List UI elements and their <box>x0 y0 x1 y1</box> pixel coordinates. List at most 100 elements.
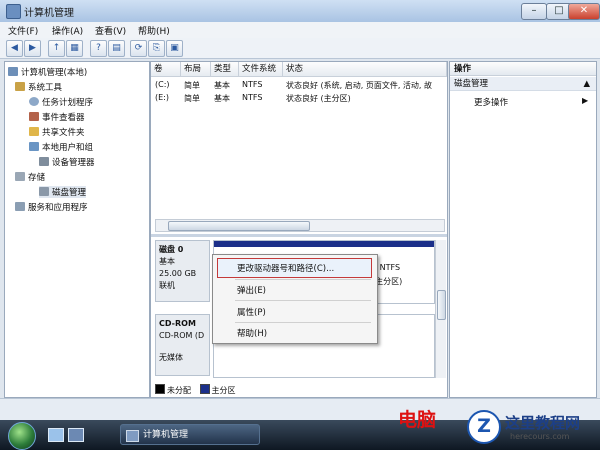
disk-0-name: 磁盘 0 <box>159 245 184 254</box>
scroll-thumb[interactable] <box>437 290 446 320</box>
console-tree: 计算机管理(本地) 系统工具 任务计划程序 事件查看器 共享文件夹 本地用户和组… <box>4 61 150 398</box>
watermark-text: 电脑 <box>398 409 437 431</box>
volume-e: (E:) <box>155 93 169 102</box>
menu-item-properties[interactable]: 属性(P) <box>237 306 266 318</box>
status-cell: 状态良好 (主分区) <box>286 94 351 103</box>
tree-item-shared-folders[interactable]: 共享文件夹 <box>29 126 85 138</box>
forward-icon[interactable]: ▶ <box>24 40 41 57</box>
cdrom-name: CD-ROM <box>159 319 196 328</box>
tree-item-task-scheduler[interactable]: 任务计划程序 <box>29 96 93 108</box>
column-header-status[interactable]: 状态 <box>283 62 447 77</box>
up-level-icon[interactable]: ↑ <box>48 40 65 57</box>
menu-separator <box>235 300 371 301</box>
unallocated-swatch <box>155 384 165 394</box>
minimize-button[interactable]: – <box>521 3 547 20</box>
menu-action[interactable]: 操作(A) <box>52 24 83 37</box>
tree-item-system-tools[interactable]: 系统工具 <box>15 81 62 93</box>
show-hide-action-pane-icon[interactable]: ▤ <box>108 40 125 57</box>
disk-0-size: 25.00 GB <box>159 269 197 278</box>
column-header-type[interactable]: 类型 <box>211 62 239 77</box>
event-log-icon <box>29 112 39 121</box>
context-menu: 更改驱动器号和路径(C)... 弹出(E) 属性(P) 帮助(H) <box>212 254 378 344</box>
users-icon <box>29 142 39 151</box>
type-cell: 基本 <box>214 81 230 90</box>
scroll-thumb[interactable] <box>168 221 310 231</box>
primary-swatch <box>199 384 210 394</box>
toolbar: ◀ ▶ ↑ ▦ ? ▤ ⟳ ⎘ ▣ <box>0 38 600 59</box>
legend-unallocated: 未分配 <box>167 386 191 395</box>
menu-help[interactable]: 帮助(H) <box>138 24 170 37</box>
cdrom-label: CD-ROM (D <box>159 331 205 340</box>
window-title: 计算机管理 <box>24 8 74 19</box>
clock-icon <box>29 97 39 106</box>
tree-item-device-manager[interactable]: 设备管理器 <box>39 156 95 168</box>
column-header-volume[interactable]: 卷 <box>151 62 181 77</box>
watermark-logo-icon: Z <box>467 410 501 444</box>
actions-header: 操作 <box>450 62 596 76</box>
menu-item-change-drive-letter[interactable]: 更改驱动器号和路径(C)... <box>237 262 334 274</box>
actions-section-label: 磁盘管理 <box>454 79 489 89</box>
disk-0-kind: 基本 <box>159 257 175 266</box>
cdrom-info[interactable]: CD-ROM CD-ROM (D 无媒体 <box>155 314 210 376</box>
tree-item-event-viewer[interactable]: 事件查看器 <box>29 111 85 123</box>
primary-partition-bar <box>214 241 434 247</box>
menu-view[interactable]: 查看(V) <box>95 24 126 37</box>
back-icon[interactable]: ◀ <box>6 40 23 57</box>
disk-management-pane: 卷 布局 类型 文件系统 状态 (C:) 简单 基本 NTFS 状态良好 (系统… <box>150 61 448 398</box>
start-button-icon[interactable] <box>8 422 36 450</box>
vertical-scrollbar[interactable] <box>435 240 446 378</box>
storage-icon <box>15 172 25 181</box>
volume-c: (C:) <box>155 80 170 89</box>
horizontal-scrollbar[interactable] <box>155 219 445 232</box>
menu-item-eject[interactable]: 弹出(E) <box>237 284 266 296</box>
menu-bar: 文件(F) 操作(A) 查看(V) 帮助(H) <box>0 22 600 39</box>
watermark-site-url: herecours.com <box>510 432 570 441</box>
actions-section-disk-management[interactable]: 磁盘管理 ▲ <box>450 77 596 91</box>
watermark-site-name: 这里教程网 <box>505 414 581 432</box>
computer-management-icon <box>126 430 139 442</box>
menu-file[interactable]: 文件(F) <box>8 24 38 37</box>
switch-windows-icon[interactable] <box>68 428 84 442</box>
more-actions-link[interactable]: 更多操作 <box>474 96 508 108</box>
computer-management-icon <box>6 4 21 19</box>
tree-item-storage[interactable]: 存储 <box>15 171 45 183</box>
menu-separator <box>235 279 371 280</box>
submenu-arrow-icon: ▶ <box>582 96 589 105</box>
tree-item-root[interactable]: 计算机管理(本地) <box>8 66 87 78</box>
computer-icon <box>8 67 18 76</box>
shared-folder-icon <box>29 127 39 136</box>
show-desktop-icon[interactable] <box>48 428 64 442</box>
taskbar-item-label: 计算机管理 <box>143 430 189 440</box>
tree-item-local-users[interactable]: 本地用户和组 <box>29 141 93 153</box>
export-list-icon[interactable]: ⎘ <box>148 40 165 57</box>
tree-item-services[interactable]: 服务和应用程序 <box>15 201 88 213</box>
menu-item-help[interactable]: 帮助(H) <box>237 327 267 339</box>
pane-splitter[interactable] <box>151 234 447 237</box>
status-cell: 状态良好 (系统, 启动, 页面文件, 活动, 故 <box>286 81 433 90</box>
show-hide-tree-icon[interactable]: ▦ <box>66 40 83 57</box>
column-header-filesystem[interactable]: 文件系统 <box>239 62 283 77</box>
collapse-icon[interactable]: ▲ <box>583 77 590 91</box>
cdrom-media: 无媒体 <box>159 353 183 362</box>
properties-icon[interactable]: ▣ <box>166 40 183 57</box>
column-header-layout[interactable]: 布局 <box>181 62 211 77</box>
close-button[interactable]: ✕ <box>568 3 600 20</box>
services-icon <box>15 202 25 211</box>
help-icon[interactable]: ? <box>90 40 107 57</box>
filesystem-cell: NTFS <box>242 93 263 102</box>
taskbar-item-computer-management[interactable]: 计算机管理 <box>120 424 260 445</box>
tools-icon <box>15 82 25 91</box>
tree-item-disk-management[interactable]: 磁盘管理 <box>39 186 87 198</box>
legend-primary: 主分区 <box>211 386 236 395</box>
type-cell: 基本 <box>214 94 230 103</box>
layout-cell: 简单 <box>184 94 200 103</box>
device-manager-icon <box>39 157 49 166</box>
disk-0-info[interactable]: 磁盘 0 基本 25.00 GB 联机 <box>155 240 210 302</box>
disk-icon <box>39 187 49 196</box>
disk-legend: 未分配 主分区 <box>151 384 447 396</box>
filesystem-cell: NTFS <box>242 80 263 89</box>
refresh-icon[interactable]: ⟳ <box>130 40 147 57</box>
menu-separator <box>235 322 371 323</box>
title-bar: 计算机管理 – □ ✕ <box>0 0 600 23</box>
layout-cell: 简单 <box>184 81 200 90</box>
